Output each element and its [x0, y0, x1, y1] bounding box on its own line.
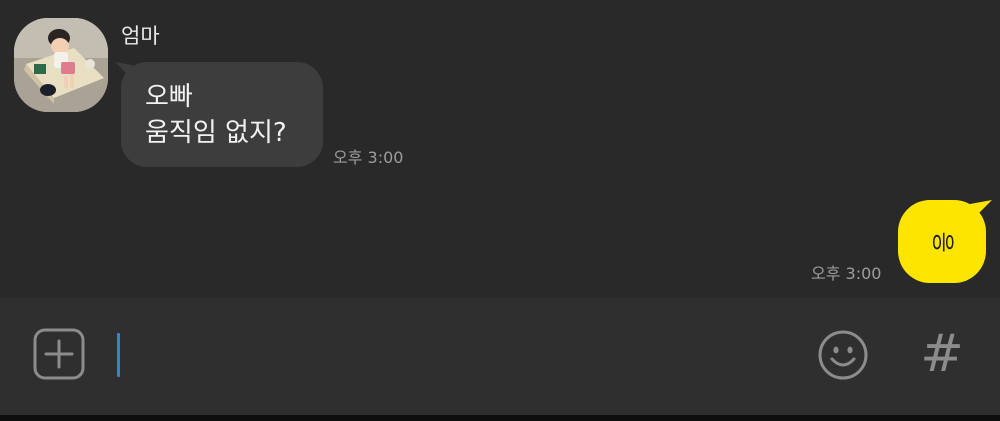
message-line: 움직임 없지?	[145, 118, 287, 148]
bubble-tail-icon	[970, 200, 992, 218]
message-input-field[interactable]	[117, 333, 120, 377]
message-input-bar: #	[0, 298, 1000, 415]
message-line: 오빠	[145, 82, 193, 112]
plus-square-icon	[33, 328, 85, 380]
outgoing-message-time: 오후 3:00	[811, 264, 882, 283]
navigation-bar-edge	[0, 415, 1000, 421]
outgoing-message-bubble[interactable]: 응	[898, 200, 992, 283]
outgoing-message-text: 응	[931, 230, 958, 253]
avatar[interactable]	[14, 18, 108, 112]
incoming-message-bubble[interactable]: 오빠 움직임 없지?	[115, 62, 323, 167]
add-attachment-button[interactable]	[33, 328, 85, 380]
smiley-icon	[818, 330, 868, 380]
hashtag-icon: #	[920, 324, 964, 384]
bubble-tail-icon	[115, 62, 137, 80]
avatar-figurine-image	[14, 18, 108, 112]
chat-area: 엄마 오빠 움직임 없지? 오후 3:00 응 오후 3:00	[0, 0, 1000, 298]
sender-name: 엄마	[121, 24, 160, 48]
emoji-button[interactable]	[817, 329, 869, 381]
incoming-message-time: 오후 3:00	[333, 148, 404, 167]
hashtag-button[interactable]: #	[918, 326, 966, 382]
